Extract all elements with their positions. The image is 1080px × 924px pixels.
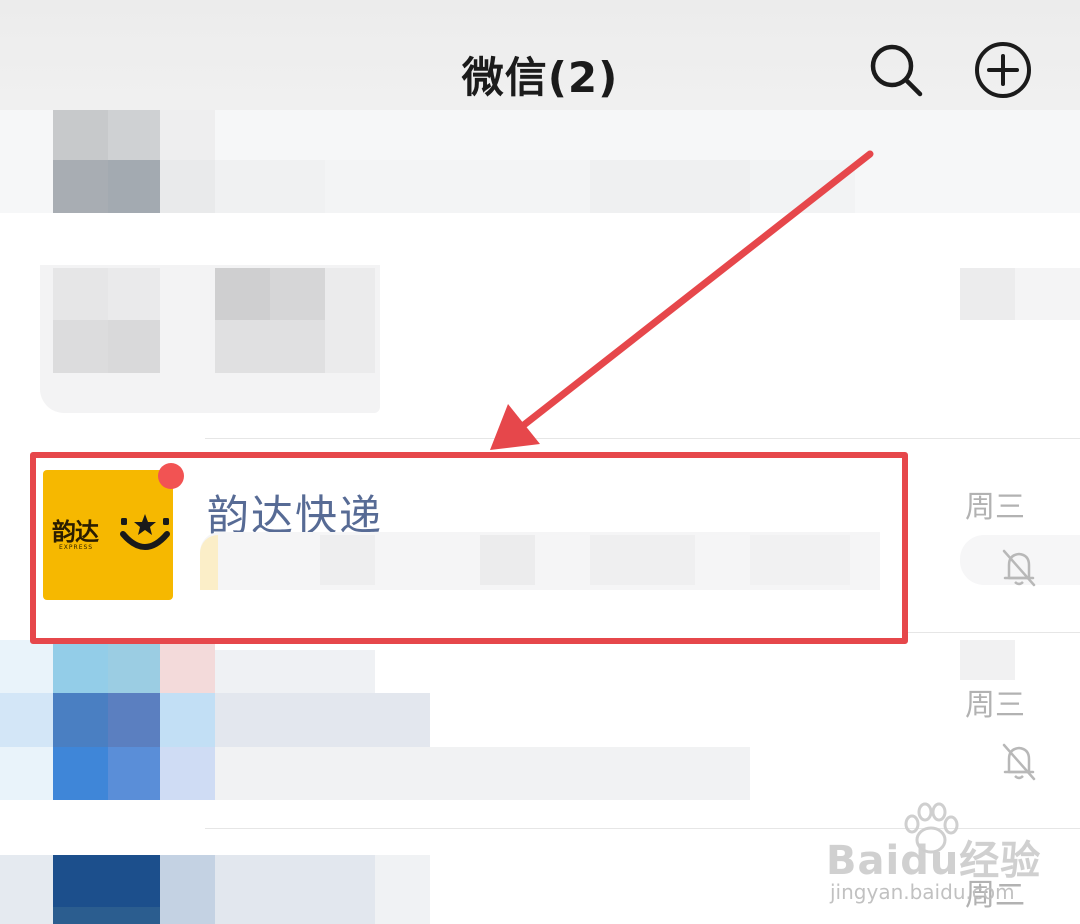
smiley-star-icon xyxy=(120,514,170,550)
mosaic-block xyxy=(215,160,325,213)
avatar-logo-text: 韵达 xyxy=(52,518,99,546)
mosaic-block xyxy=(750,160,855,213)
watermark: Baidu经验 jingyan.baidu.com xyxy=(826,800,1076,904)
mosaic-block xyxy=(750,535,850,585)
mosaic-block xyxy=(53,268,108,320)
mosaic-block xyxy=(53,855,160,907)
chat-time: 周三 xyxy=(965,490,1025,525)
unread-badge xyxy=(158,463,184,489)
add-button[interactable] xyxy=(973,40,1033,100)
chat-time: 周三 xyxy=(965,688,1025,723)
mosaic-block xyxy=(53,907,160,924)
mosaic-block xyxy=(108,268,160,320)
mosaic-block xyxy=(108,320,160,373)
mosaic-block xyxy=(960,268,1015,320)
mosaic-block xyxy=(320,535,375,585)
mosaic-block xyxy=(108,160,160,213)
mosaic-block xyxy=(325,160,590,213)
mosaic-block xyxy=(160,640,215,693)
mosaic-block xyxy=(0,693,53,747)
mosaic-block xyxy=(1015,268,1080,320)
mosaic-block xyxy=(160,110,215,160)
mosaic-block xyxy=(53,693,108,747)
mosaic-block xyxy=(53,640,108,693)
mosaic-block xyxy=(200,535,218,590)
mosaic-block xyxy=(53,110,108,160)
mosaic-block xyxy=(160,160,215,213)
search-icon xyxy=(870,44,923,97)
mosaic-block xyxy=(108,747,160,800)
mosaic-block xyxy=(160,855,215,924)
divider xyxy=(205,438,1080,439)
mosaic-block xyxy=(590,160,750,213)
mosaic-block xyxy=(215,747,750,800)
avatar-logo-subtext: EXPRESS xyxy=(59,544,94,551)
mosaic-block xyxy=(215,268,270,320)
mosaic-block xyxy=(960,640,1015,680)
mosaic-block xyxy=(108,693,160,747)
mosaic-block xyxy=(480,535,535,585)
mosaic-block xyxy=(160,693,215,747)
mosaic-block xyxy=(53,747,108,800)
avatar: 韵达 EXPRESS xyxy=(43,470,173,600)
watermark-text: Baidu经验 xyxy=(826,838,1042,884)
search-button[interactable] xyxy=(866,40,926,100)
bell-muted-icon xyxy=(1000,742,1038,782)
mosaic-block xyxy=(53,320,108,373)
mosaic-block xyxy=(590,535,695,585)
mosaic-block xyxy=(108,110,160,160)
mosaic-block xyxy=(215,650,375,693)
mosaic-block xyxy=(215,320,325,373)
mosaic-block xyxy=(375,855,430,924)
divider xyxy=(905,632,1080,633)
mosaic-block xyxy=(108,640,160,693)
mosaic-block xyxy=(0,213,1080,223)
plus-circle-icon xyxy=(975,42,1031,98)
watermark-url: jingyan.baidu.com xyxy=(830,880,1015,904)
mosaic-block xyxy=(0,855,53,924)
mosaic-block xyxy=(160,747,215,800)
mosaic-block xyxy=(325,268,375,373)
mosaic-block xyxy=(215,693,430,747)
mosaic-block xyxy=(215,855,375,924)
mosaic-block xyxy=(270,268,325,320)
bell-muted-icon xyxy=(1000,548,1038,588)
mosaic-block xyxy=(53,160,108,213)
